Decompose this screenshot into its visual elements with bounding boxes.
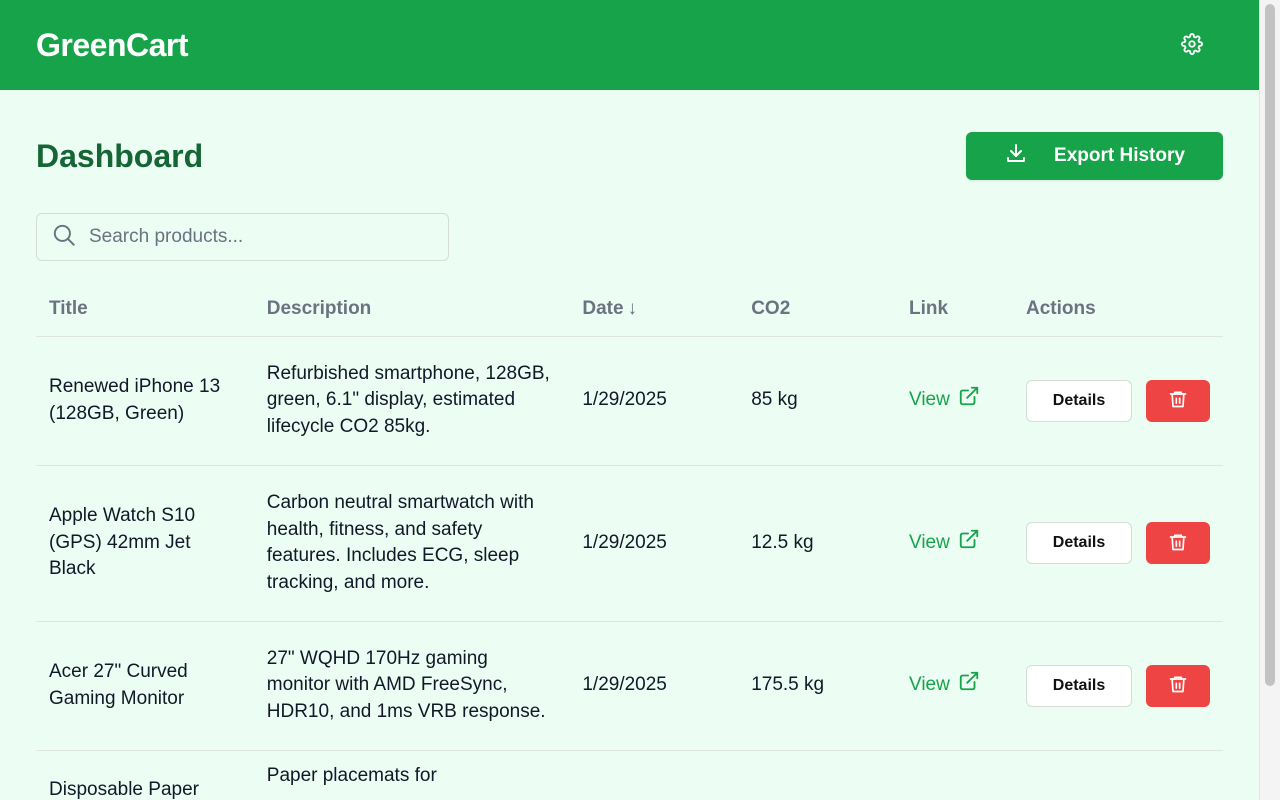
export-history-button[interactable]: Export History (966, 132, 1223, 180)
column-header-actions: Actions (1013, 283, 1223, 337)
row-actions: Details (1026, 379, 1210, 422)
trash-icon (1168, 532, 1188, 555)
scrollbar[interactable] (1259, 0, 1280, 800)
brand-logo: GreenCart (36, 26, 189, 63)
title-row: Dashboard Export History (36, 90, 1223, 226)
product-description: 27" WQHD 170Hz gaming monitor with AMD F… (253, 621, 570, 751)
external-link-icon (958, 670, 980, 701)
download-icon (1004, 141, 1028, 171)
gear-icon (1181, 32, 1203, 58)
product-title: Acer 27" Curved Gaming Monitor (36, 621, 254, 751)
settings-button[interactable] (1177, 30, 1207, 60)
column-header-title[interactable]: Title (36, 283, 254, 337)
details-button[interactable]: Details (1026, 664, 1132, 707)
main-content: Dashboard Export History Search products… (0, 90, 1259, 800)
trash-icon (1168, 389, 1188, 412)
products-table: Title Description Date ↓ CO2 Link Actions… (36, 283, 1223, 800)
product-link-cell (896, 750, 1013, 800)
actions-cell: Details (1013, 336, 1223, 466)
column-header-link[interactable]: Link (896, 283, 1013, 337)
table-header-row: Title Description Date ↓ CO2 Link Actions (36, 283, 1223, 337)
view-link[interactable]: View (909, 385, 980, 416)
search-icon (51, 222, 77, 253)
search-box (36, 213, 449, 261)
product-date: 1/29/2025 (569, 465, 739, 622)
view-link-label: View (909, 674, 950, 696)
external-link-icon (958, 385, 980, 416)
product-title: Disposable Paper (36, 750, 254, 800)
details-button[interactable]: Details (1026, 379, 1132, 422)
column-header-co2[interactable]: CO2 (738, 283, 896, 337)
product-link-cell: View (896, 336, 1013, 466)
row-actions: Details (1026, 664, 1210, 707)
view-link[interactable]: View (909, 528, 980, 559)
table-row: Renewed iPhone 13 (128GB, Green) Refurbi… (36, 336, 1223, 466)
product-co2: 85 kg (738, 336, 896, 466)
column-header-date-label: Date (582, 298, 624, 320)
product-date: 1/29/2025 (569, 621, 739, 751)
product-title: Renewed iPhone 13 (128GB, Green) (36, 336, 254, 466)
trash-icon (1168, 674, 1188, 697)
actions-cell (1013, 750, 1223, 800)
external-link-icon (958, 528, 980, 559)
product-description: Carbon neutral smartwatch with health, f… (253, 465, 570, 622)
scrollbar-thumb[interactable] (1265, 4, 1275, 686)
product-co2 (738, 750, 896, 800)
product-co2: 175.5 kg (738, 621, 896, 751)
column-header-date[interactable]: Date ↓ (569, 283, 739, 337)
product-link-cell: View (896, 465, 1013, 622)
view-link-label: View (909, 531, 950, 553)
row-actions: Details (1026, 522, 1210, 564)
search-input[interactable] (89, 226, 409, 248)
actions-cell: Details (1013, 465, 1223, 622)
product-description: Refurbished smartphone, 128GB, green, 6.… (253, 336, 570, 466)
product-description: Paper placemats for (253, 750, 570, 800)
delete-button[interactable] (1146, 664, 1210, 707)
table-row: Disposable Paper Paper placemats for (36, 750, 1223, 800)
sort-down-icon: ↓ (627, 298, 638, 320)
product-co2: 12.5 kg (738, 465, 896, 622)
product-date: 1/29/2025 (569, 336, 739, 466)
view-link[interactable]: View (909, 670, 980, 701)
delete-button[interactable] (1146, 522, 1210, 564)
table-row: Apple Watch S10 (GPS) 42mm Jet Black Car… (36, 465, 1223, 622)
delete-button[interactable] (1146, 379, 1210, 422)
view-link-label: View (909, 389, 950, 411)
page-title: Dashboard (36, 137, 204, 174)
table-row: Acer 27" Curved Gaming Monitor 27" WQHD … (36, 621, 1223, 751)
product-date (569, 750, 739, 800)
product-link-cell: View (896, 621, 1013, 751)
details-button[interactable]: Details (1026, 522, 1132, 564)
product-title: Apple Watch S10 (GPS) 42mm Jet Black (36, 465, 254, 622)
top-bar: GreenCart (0, 0, 1259, 90)
actions-cell: Details (1013, 621, 1223, 751)
app-window: GreenCart Dashboard Export History Searc… (0, 0, 1259, 800)
column-header-description[interactable]: Description (253, 283, 570, 337)
export-history-label: Export History (1054, 145, 1185, 166)
